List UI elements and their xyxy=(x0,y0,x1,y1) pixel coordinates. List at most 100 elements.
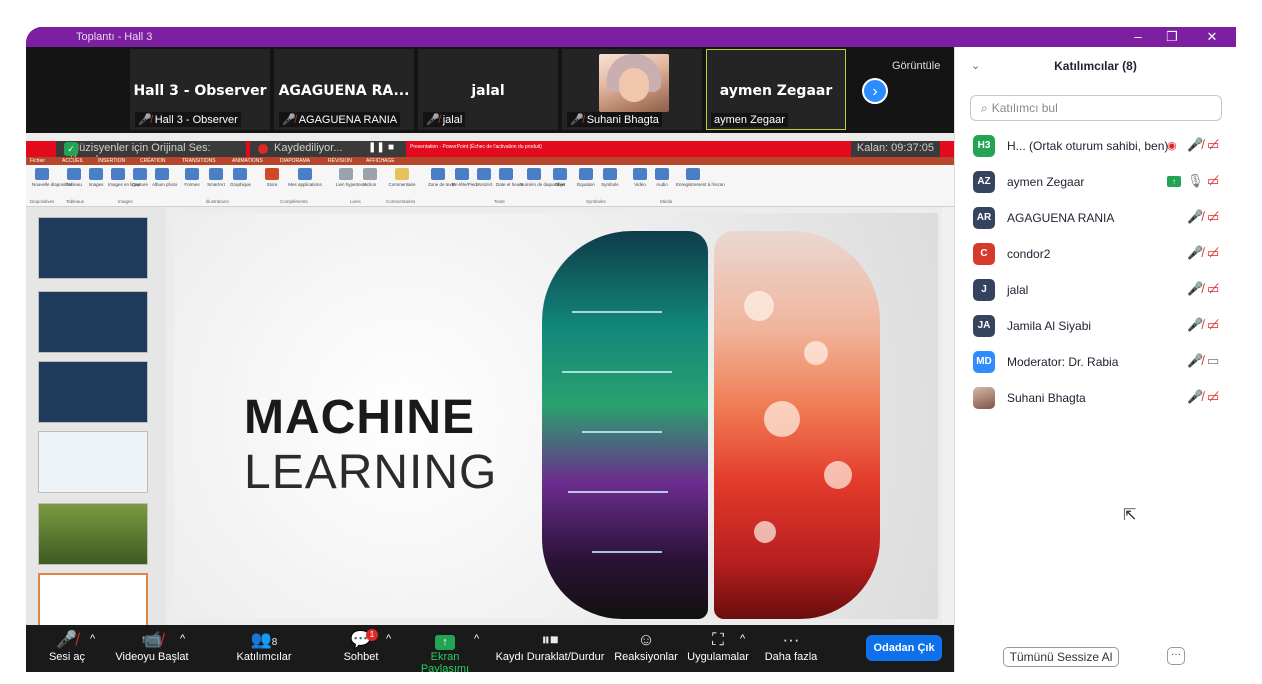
maximize-button[interactable]: ❐ xyxy=(1162,29,1182,45)
recording-icon: ◉ xyxy=(1167,140,1177,152)
view-button[interactable]: Görüntüle xyxy=(892,60,940,72)
ribbon-button[interactable]: Album photo xyxy=(152,168,177,187)
slide-canvas[interactable]: MACHINE LEARNING xyxy=(174,213,938,619)
video-tile-active-speaker[interactable]: aymen Zegaar aymen Zegaar xyxy=(706,49,846,130)
original-audio-toggle[interactable]: ✓ Müzisyenler için Orijinal Ses: Kapalı xyxy=(56,141,246,166)
mute-all-button[interactable]: Tümünü Sessize Al xyxy=(1003,647,1119,667)
ribbon-tab[interactable]: INSERTION xyxy=(98,158,125,164)
ribbon-button[interactable]: Images xyxy=(86,168,106,187)
video-tile[interactable]: jalal 🎤̸ jalal xyxy=(418,49,558,130)
ribbon-tab[interactable]: TRANSITIONS xyxy=(182,158,216,164)
ribbon-tab[interactable]: ANIMATIONS xyxy=(232,158,263,164)
participant-row[interactable]: MD Moderator: Dr. Rabia 🎤̸ ▭ xyxy=(973,351,1223,377)
share-screen-button[interactable]: ↑ Ekran Paylaşımı xyxy=(406,629,484,672)
panel-title: Katılımcılar (8) xyxy=(1054,59,1137,73)
ribbon-button[interactable]: Mes applications xyxy=(288,168,322,187)
stop-icon[interactable]: ■ xyxy=(388,142,394,153)
chat-unread-badge: 1 xyxy=(366,629,378,641)
screen-share-bar: ✓ Müzisyenler için Orijinal Ses: Kapalı … xyxy=(26,141,954,166)
vertical-scrollbar[interactable] xyxy=(942,207,954,625)
slide-thumbnail[interactable]: 4 xyxy=(38,291,148,353)
ribbon-tab[interactable]: CRÉATION xyxy=(140,158,165,164)
chevron-up-icon[interactable]: ^ xyxy=(180,633,185,645)
participant-row[interactable]: Suhani Bhagta 🎤̸ ▭̸ xyxy=(973,387,1223,413)
video-off-icon: ▭̸ xyxy=(1207,281,1220,296)
tile-name: aymen Zegaar xyxy=(719,83,833,99)
participant-row[interactable]: J jalal 🎤̸ ▭̸ xyxy=(973,279,1223,305)
ribbon-tab[interactable]: DIAPORAMA xyxy=(280,158,310,164)
ribbon-button[interactable]: Images en ligne xyxy=(108,168,140,187)
ribbon-button[interactable]: Zone de texte xyxy=(428,168,456,187)
ribbon-tab[interactable]: ACCUEIL xyxy=(62,158,84,164)
ribbon-button[interactable]: Numéro de diapositive xyxy=(520,168,565,187)
participant-row[interactable]: AR AGAGUENA RANIA 🎤̸ ▭̸ xyxy=(973,207,1223,233)
avatar: JA xyxy=(973,315,995,337)
video-icon: ▭ xyxy=(1207,353,1220,368)
slide-thumbnail[interactable]: 3 xyxy=(38,217,148,279)
chevron-up-icon[interactable]: ^ xyxy=(90,633,95,645)
ribbon-group-label: Texte xyxy=(494,199,505,204)
participant-row[interactable]: C condor2 🎤̸ ▭̸ xyxy=(973,243,1223,269)
participant-row[interactable]: AZ aymen Zegaar ↑ 🎙 ▭̸ xyxy=(973,171,1223,197)
ribbon-button[interactable]: Graphique xyxy=(230,168,251,187)
ribbon-button[interactable]: Action xyxy=(360,168,380,187)
chat-button[interactable]: 💬 1 Sohbet xyxy=(340,629,382,663)
chevron-up-icon[interactable]: ^ xyxy=(386,633,391,645)
participant-photo xyxy=(599,54,669,112)
share-screen-icon: ↑ xyxy=(435,635,455,650)
slide-thumbnail-selected[interactable]: 8 xyxy=(38,573,148,625)
unmute-button[interactable]: 🎤̸ Sesi aç xyxy=(44,629,90,663)
ribbon-button[interactable]: En-tête/Pied xyxy=(452,168,477,187)
leave-meeting-button[interactable]: Odadan Çık xyxy=(866,635,942,661)
participant-row[interactable]: H3 H... (Ortak oturum sahibi, ben) ◉ 🎤̸ … xyxy=(973,135,1223,161)
participant-row[interactable]: JA Jamila Al Siyabi 🎤̸ ▭̸ xyxy=(973,315,1223,341)
ribbon-button[interactable]: Symbole xyxy=(600,168,620,187)
reactions-button[interactable]: ☺ Reaksiyonlar xyxy=(614,629,678,663)
ribbon-button[interactable]: Enregistrement à l'écran xyxy=(676,168,725,187)
ribbon-button[interactable]: Lien hypertexte xyxy=(336,168,367,187)
video-tile[interactable]: Hall 3 - Observer 🎤̸ Hall 3 - Observer xyxy=(130,49,270,130)
slide-thumbnail[interactable]: 5 xyxy=(38,361,148,423)
slide-thumbnail[interactable]: 7 xyxy=(38,503,148,565)
slide-thumbnail[interactable]: 6 xyxy=(38,431,148,493)
artistic-brain-image xyxy=(714,231,880,619)
ribbon-button[interactable]: Formes xyxy=(182,168,202,187)
video-strip: Hall 3 - Observer 🎤̸ Hall 3 - Observer AG… xyxy=(26,47,954,133)
ribbon-tab[interactable]: RÉVISION xyxy=(328,158,352,164)
ribbon-button[interactable]: Store xyxy=(262,168,282,187)
ribbon-button[interactable]: Commentaire xyxy=(388,168,416,187)
more-options-button[interactable]: ··· xyxy=(1167,647,1185,665)
participant-search-input[interactable]: ⌕ Katılımcı bul xyxy=(970,95,1222,121)
ribbon-button[interactable]: Équation xyxy=(576,168,596,187)
window-title: Toplantı - Hall 3 xyxy=(76,31,153,43)
minimize-button[interactable]: – xyxy=(1128,29,1148,44)
ribbon-button[interactable]: Audio xyxy=(652,168,672,187)
slide-title-line2: LEARNING xyxy=(244,446,498,499)
microphone-muted-icon: 🎤̸ xyxy=(1187,353,1204,368)
ribbon-button[interactable]: Nouvelle diapositive xyxy=(32,168,72,187)
ribbon-button[interactable]: Capture xyxy=(130,168,150,187)
more-button[interactable]: ··· Daha fazla xyxy=(762,629,820,663)
ribbon-button[interactable]: Vidéo xyxy=(630,168,650,187)
next-page-icon[interactable]: › xyxy=(862,78,888,104)
ribbon-button[interactable]: Tableau xyxy=(64,168,84,187)
avatar: MD xyxy=(973,351,995,373)
ribbon-button[interactable]: Objet xyxy=(550,168,570,187)
pause-icon[interactable]: ❚❚ xyxy=(368,142,385,153)
participant-name: Suhani Bhagta xyxy=(1007,391,1086,405)
meeting-toolbar: 🎤̸ Sesi aç ^ 📹̸ Videoyu Başlat ^ 👥8 Katı… xyxy=(26,625,954,672)
participant-name: condor2 xyxy=(1007,247,1051,261)
ribbon-button[interactable]: Date et heure xyxy=(496,168,523,187)
participants-button[interactable]: 👥8 Katılımcılar xyxy=(232,629,296,663)
video-tile[interactable]: AGAGUENA RA... 🎤̸ AGAGUENA RANIA xyxy=(274,49,414,130)
ribbon-tab[interactable]: AFFICHAGE xyxy=(366,158,395,164)
ribbon-button[interactable]: WordArt xyxy=(474,168,494,187)
ribbon-tab[interactable]: Fichier xyxy=(30,158,45,164)
chevron-up-icon[interactable]: ^ xyxy=(474,633,479,645)
pause-stop-recording-button[interactable]: ⏸⏹ Kaydı Duraklat/Durdur xyxy=(494,629,606,663)
chevron-up-icon[interactable]: ^ xyxy=(740,633,745,645)
ribbon-button[interactable]: SmartArt xyxy=(206,168,226,187)
video-tile[interactable]: 🎤̸ Suhani Bhagta xyxy=(562,49,702,130)
shared-screen: ✓ Müzisyenler için Orijinal Ses: Kapalı … xyxy=(26,133,954,625)
close-button[interactable]: ✕ xyxy=(1202,29,1222,45)
